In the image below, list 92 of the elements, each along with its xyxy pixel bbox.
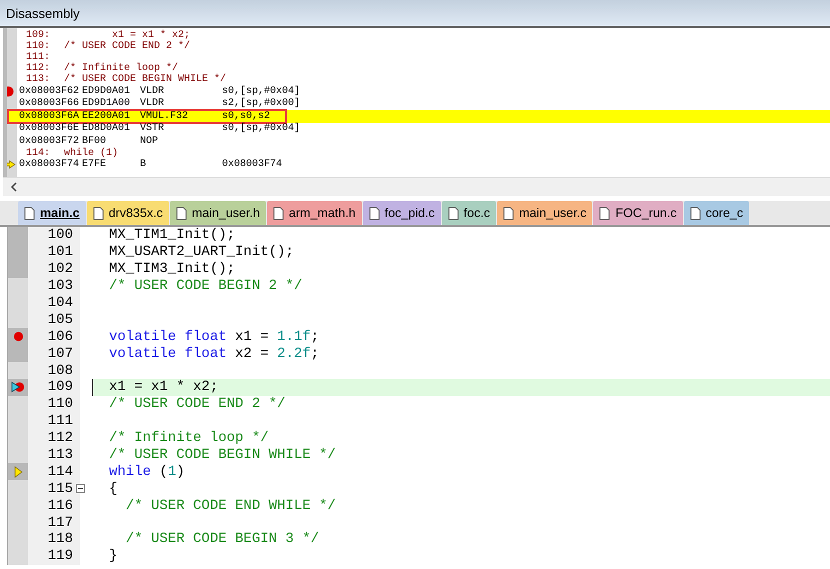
source-line-number: 114:	[24, 148, 50, 158]
line-number: 119	[46, 548, 73, 564]
instruction-operands: s0,[sp,#0x04]	[222, 86, 300, 97]
line-number: 109	[46, 379, 73, 396]
instruction-opcode: ED9D1A00	[82, 98, 132, 110]
line-number: 103	[46, 278, 73, 294]
line-number: 108	[46, 362, 73, 379]
instruction-opcode: EE200A01	[82, 110, 132, 122]
panel-title: Disassembly	[6, 6, 80, 20]
instruction-opcode: E7FE	[82, 159, 108, 170]
file-tab[interactable]: main_user.c	[497, 201, 592, 225]
file-icon	[448, 206, 459, 220]
horizontal-scrollbar[interactable]	[3, 177, 830, 196]
instruction-operands: s2,[sp,#0x00]	[222, 98, 300, 110]
code-line: /* USER CODE END WHILE */	[124, 498, 336, 514]
line-number: 110	[46, 396, 73, 412]
source-line: /* USER CODE END 2 */	[64, 41, 190, 52]
instruction-mnemonic: VLDR	[140, 86, 166, 97]
code-line: /* USER CODE END 2 */	[109, 396, 286, 412]
instruction-mnemonic: NOP	[140, 136, 160, 147]
breakpoint-icon[interactable]	[12, 331, 24, 342]
code-line: while (1)	[109, 464, 185, 480]
file-tab[interactable]: drv835x.c	[86, 201, 169, 225]
code-line: volatile float x1 = 1.1f;	[109, 328, 320, 345]
code-line: MX_TIM3_Init();	[109, 261, 236, 278]
file-tab[interactable]: main.c	[18, 201, 86, 225]
instruction-opcode: ED9D0A01	[82, 86, 132, 97]
line-number: 106	[46, 328, 73, 345]
source-line-number: 113:	[24, 74, 50, 85]
instruction-address: 0x08003F62	[19, 86, 80, 97]
file-icon	[24, 206, 35, 220]
source-line-number: 112:	[24, 63, 50, 74]
file-tab[interactable]: FOC_run.c	[593, 201, 683, 225]
source-line: /* USER CODE BEGIN WHILE */	[64, 74, 226, 85]
line-number: 104	[46, 295, 73, 311]
instruction-address: 0x08003F66	[19, 98, 80, 110]
file-tab[interactable]: foc.c	[442, 201, 496, 225]
code-line: MX_USART2_UART_Init();	[109, 244, 294, 260]
instruction-mnemonic: VSTR	[140, 123, 166, 134]
instruction-mnemonic: B	[140, 159, 148, 170]
instruction-opcode: BF00	[82, 136, 108, 147]
line-number: 113	[46, 447, 73, 464]
source-line: /* Infinite loop */	[64, 63, 178, 74]
file-icon	[690, 206, 701, 220]
instruction-address: 0x08003F6E	[19, 123, 80, 134]
source-line: x1 = x1 * x2;	[111, 30, 190, 41]
instruction-mnemonic: VLDR	[140, 98, 166, 110]
file-tab[interactable]: arm_math.h	[266, 201, 362, 225]
source-line-number: 109:	[24, 30, 50, 41]
file-icon	[92, 206, 104, 220]
instruction-address: 0x08003F74	[19, 159, 80, 170]
code-line: {	[109, 480, 118, 497]
code-line: MX_TIM1_Init();	[109, 227, 236, 244]
code-line: x1 = x1 * x2;	[109, 379, 218, 396]
instruction-operands: s0,[sp,#0x04]	[222, 123, 300, 134]
code-line: /* Infinite loop */	[109, 430, 269, 446]
file-icon	[272, 206, 284, 220]
source-line: while (1)	[64, 148, 118, 158]
code-line: /* USER CODE BEGIN WHILE */	[109, 447, 336, 464]
instruction-mnemonic: VMUL.F32	[140, 110, 190, 122]
instruction-operands: 0x08003F74	[222, 159, 282, 170]
line-number: 107	[46, 346, 73, 362]
line-number: 102	[46, 261, 73, 278]
code-line: }	[109, 548, 118, 564]
line-number: 116	[46, 498, 73, 514]
code-line: volatile float x2 = 2.2f;	[109, 346, 320, 362]
file-icon	[599, 206, 610, 220]
line-number: 100	[46, 227, 73, 244]
file-icon	[503, 206, 514, 220]
line-number: 111	[46, 413, 73, 430]
instruction-opcode: ED8D0A01	[82, 123, 132, 134]
file-tab[interactable]: foc_pid.c	[362, 201, 441, 225]
code-line: /* USER CODE BEGIN 3 */	[124, 531, 320, 548]
line-number: 101	[46, 244, 73, 260]
line-number: 115	[46, 480, 73, 497]
line-number: 118	[46, 531, 73, 548]
line-number: 112	[46, 430, 73, 446]
file-tab[interactable]: main_user.h	[170, 201, 266, 225]
instruction-address: 0x08003F6A	[19, 110, 80, 122]
scroll-left-icon[interactable]	[10, 182, 18, 192]
line-number: 105	[46, 312, 73, 328]
file-tab[interactable]: core_c	[684, 201, 750, 225]
code-line: /* USER CODE BEGIN 2 */	[109, 278, 302, 294]
line-number: 117	[46, 514, 73, 531]
file-icon	[368, 206, 380, 220]
instruction-address: 0x08003F72	[19, 136, 80, 147]
file-icon	[176, 206, 187, 220]
source-line-number: 110:	[24, 41, 50, 52]
line-number: 114	[46, 464, 73, 480]
source-line-number: 111:	[24, 52, 50, 63]
collapse-icon[interactable]	[76, 484, 84, 494]
instruction-operands: s0,s0,s2	[222, 110, 270, 122]
